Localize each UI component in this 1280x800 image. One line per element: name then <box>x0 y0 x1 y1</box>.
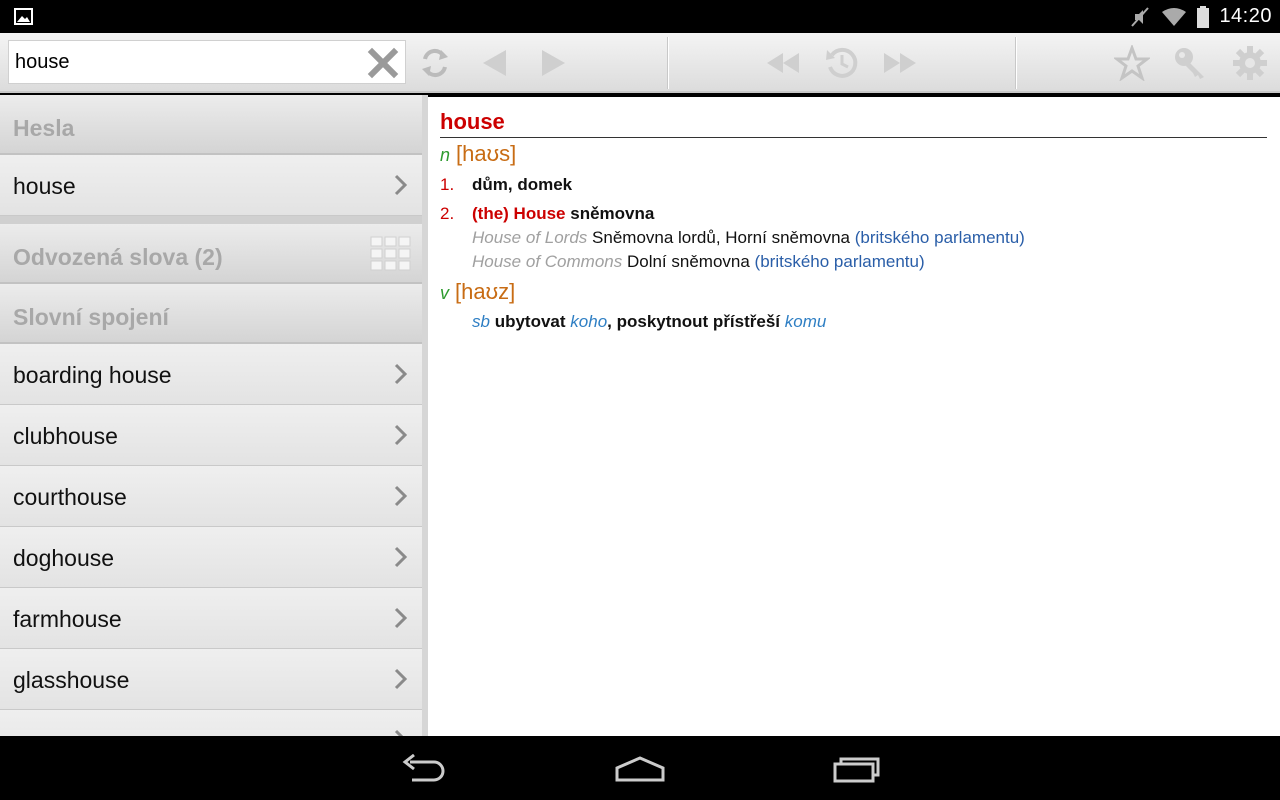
search-box <box>8 40 406 84</box>
section-header-derived[interactable]: Odvozená slova (2) <box>0 224 422 284</box>
history-icon[interactable] <box>824 45 860 81</box>
chevron-right-icon <box>394 485 408 507</box>
back-nav-icon[interactable] <box>400 754 448 784</box>
section-gap <box>0 216 422 224</box>
example-2: House of Commons Dolní sněmovna (britské… <box>472 252 925 272</box>
sense-text: dům, domek <box>472 175 573 194</box>
clock: 14:20 <box>1219 5 1272 27</box>
chevron-right-icon <box>394 363 408 385</box>
star-icon[interactable] <box>1114 45 1150 81</box>
clear-icon[interactable] <box>367 47 399 79</box>
search-input[interactable] <box>9 41 359 83</box>
sense-number: 1. <box>440 175 455 194</box>
battery-icon <box>1197 5 1210 28</box>
list-item[interactable]: house <box>0 155 422 216</box>
list-item-label: glasshouse <box>13 667 130 693</box>
toolbar-separator <box>667 37 669 89</box>
verb-translation: ubytovat <box>494 312 566 331</box>
pronunciation: [haʊz] <box>455 279 516 304</box>
object-abbr: sb <box>472 312 490 331</box>
grid-icon[interactable] <box>370 236 412 272</box>
sense-text: sněmovna <box>570 204 655 223</box>
pos-line-verb: v [haʊz] <box>440 279 515 305</box>
recents-nav-icon[interactable] <box>832 754 882 784</box>
gear-icon[interactable] <box>1232 45 1268 81</box>
wifi-icon <box>1162 7 1187 26</box>
verb-sense: sb ubytovat koho, poskytnout přístřeší k… <box>472 312 826 332</box>
part-of-speech: n <box>440 145 451 165</box>
swap-icon[interactable] <box>417 45 453 81</box>
left-panel: Hesla house Odvozená slova (2) Slovní sp… <box>0 95 422 736</box>
list-item-label: farmhouse <box>13 606 122 632</box>
example-translation: Dolní sněmovna <box>626 252 750 271</box>
example-note: (britského parlamentu) <box>854 228 1025 247</box>
chevron-right-icon <box>394 729 404 736</box>
section-header-label: Odvozená slova (2) <box>13 244 223 270</box>
back-icon[interactable] <box>477 45 513 81</box>
list-item[interactable] <box>0 710 422 736</box>
example-note: (britského parlamentu) <box>754 252 925 271</box>
first-icon[interactable] <box>765 45 801 81</box>
chevron-right-icon <box>394 607 408 629</box>
list-item-label: courthouse <box>13 484 127 510</box>
chevron-right-icon <box>394 424 408 446</box>
verb-translation: , poskytnout přístřeší <box>607 312 781 331</box>
example-1: House of Lords Sněmovna lordů, Horní sně… <box>472 228 1025 248</box>
sense-number: 2. <box>440 204 455 223</box>
list-item-label: doghouse <box>13 545 115 571</box>
list-item-label: boarding house <box>13 362 172 388</box>
list-item-label: clubhouse <box>13 423 118 449</box>
chevron-right-icon <box>394 668 408 690</box>
gallery-icon <box>14 8 33 25</box>
toolbar <box>0 33 1280 93</box>
list-item[interactable]: courthouse <box>0 466 422 527</box>
navigation-bar <box>0 736 1280 800</box>
list-item[interactable]: glasshouse <box>0 649 422 710</box>
key-icon[interactable] <box>1172 45 1208 81</box>
list-item[interactable]: doghouse <box>0 527 422 588</box>
list-item[interactable]: farmhouse <box>0 588 422 649</box>
section-header-label: Hesla <box>13 115 75 141</box>
section-header-label: Slovní spojení <box>13 304 169 330</box>
entry-headword: house <box>440 109 1267 138</box>
example-phrase: House of Lords <box>472 228 588 247</box>
toolbar-separator <box>1015 37 1017 89</box>
home-nav-icon[interactable] <box>614 754 666 784</box>
list-item[interactable]: boarding house <box>0 344 422 405</box>
object-hint: komu <box>784 312 827 331</box>
example-phrase: House of Commons <box>472 252 623 271</box>
chevron-right-icon <box>394 174 408 196</box>
section-header-phrases[interactable]: Slovní spojení <box>0 284 422 344</box>
last-icon[interactable] <box>882 45 918 81</box>
chevron-right-icon <box>394 546 408 568</box>
status-bar: 14:20 <box>0 0 1280 33</box>
entry-panel: house n [haʊs] 1. dům, domek 2. (the) House… <box>428 97 1280 736</box>
list-item-label: house <box>13 173 76 199</box>
example-translation: Sněmovna lordů, Horní sněmovna <box>592 228 851 247</box>
section-header-headwords[interactable]: Hesla <box>0 95 422 155</box>
list-item[interactable]: clubhouse <box>0 405 422 466</box>
part-of-speech: v <box>440 283 449 303</box>
forward-icon[interactable] <box>535 45 571 81</box>
pronunciation: [haʊs] <box>456 141 517 166</box>
mute-icon <box>1131 6 1150 27</box>
object-hint: koho <box>570 312 608 331</box>
sense-2: 2. (the) House sněmovna <box>440 204 654 224</box>
sense-label: (the) House <box>472 204 566 223</box>
sense-1: 1. dům, domek <box>440 175 572 195</box>
pos-line-noun: n [haʊs] <box>440 141 516 167</box>
